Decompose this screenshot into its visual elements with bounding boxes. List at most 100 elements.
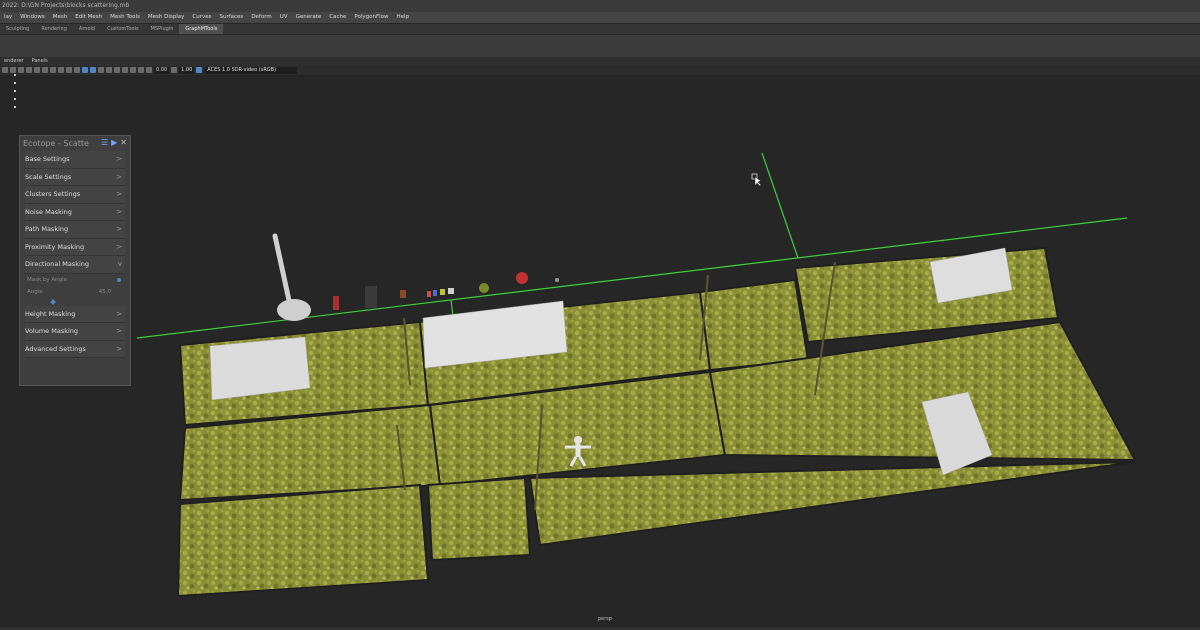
menu-lay[interactable]: lay (0, 12, 16, 23)
section-label: Path Masking (25, 225, 69, 233)
menu-generate[interactable]: Generate (292, 12, 326, 23)
exposure-icon[interactable] (146, 67, 152, 73)
tab-graphmtools[interactable]: GraphMTools (179, 24, 224, 34)
prop[interactable] (448, 288, 454, 294)
angle-label: Angle (27, 288, 43, 295)
frame-icon[interactable] (10, 67, 16, 73)
anti-alias-icon[interactable] (106, 67, 112, 73)
resolution-gate-icon[interactable] (42, 67, 48, 73)
tab-sculpting[interactable]: Sculpting (0, 24, 35, 34)
film-gate-icon[interactable] (34, 67, 40, 73)
gamma-field[interactable]: 1.00 (179, 66, 195, 74)
grass-plot[interactable] (698, 278, 810, 372)
ambient-occlusion-icon[interactable] (98, 67, 104, 73)
shelf-body (0, 35, 1200, 57)
menu-curves[interactable]: Curves (188, 12, 215, 23)
prop[interactable] (516, 272, 528, 284)
prop[interactable] (333, 296, 339, 310)
color-space-dropdown[interactable]: ACES 1.0 SDR-video (sRGB) (204, 66, 298, 74)
menu-uv[interactable]: UV (276, 12, 292, 23)
prop[interactable] (479, 283, 489, 293)
gamma-icon[interactable] (171, 67, 178, 73)
section-path-masking[interactable]: Path Masking > (25, 221, 125, 239)
section-directional-masking[interactable]: Directional Masking v (25, 256, 125, 274)
xray-components-icon[interactable] (138, 67, 144, 73)
tab-msplugin[interactable]: MSPlugin (145, 24, 180, 34)
wireframe-icon[interactable] (58, 67, 64, 73)
prop[interactable] (400, 290, 406, 298)
menu-mesh[interactable]: Mesh (49, 12, 71, 23)
panel-menu-renderer[interactable]: enderer (0, 57, 28, 65)
prop[interactable] (555, 278, 559, 282)
menu-polygonflow[interactable]: PolygonFlow (350, 12, 392, 23)
section-volume-masking[interactable]: Volume Masking > (25, 323, 125, 341)
section-label: Advanced Settings (25, 344, 86, 353)
menu-help[interactable]: Help (393, 12, 414, 23)
panel-menu-panels[interactable]: Panels (28, 57, 52, 65)
mask-by-angle-toggle[interactable]: Mask by Angle (25, 274, 125, 286)
chevron-right-icon: > (116, 242, 122, 251)
grass-plot[interactable] (176, 483, 430, 598)
tab-customtools[interactable]: CustomTools (101, 24, 144, 34)
close-icon[interactable]: ✕ (120, 138, 127, 147)
menu-windows[interactable]: Windows (16, 12, 49, 23)
angle-row: Angle 45.0 (25, 286, 125, 298)
section-label: Directional Masking (25, 260, 90, 268)
xray-joints-icon[interactable] (130, 67, 136, 73)
exposure-field[interactable]: 0.00 (154, 66, 170, 74)
angle-slider[interactable] (25, 298, 125, 306)
angle-value[interactable]: 45.0 (99, 286, 111, 298)
section-label: Base Settings (25, 155, 70, 163)
play-icon[interactable]: ▶ (111, 138, 117, 147)
safe-action-icon[interactable] (50, 67, 56, 73)
prop[interactable] (427, 291, 431, 297)
tab-rendering[interactable]: Rendering (35, 24, 73, 34)
panel-menu-bar: enderer Panels (0, 57, 1200, 65)
section-scale-settings[interactable]: Scale Settings > (25, 168, 125, 186)
prop[interactable] (440, 289, 445, 295)
mouse-cursor-icon (751, 173, 762, 187)
slider-handle[interactable] (50, 298, 56, 305)
prop[interactable] (433, 290, 437, 296)
section-noise-masking[interactable]: Noise Masking > (25, 203, 125, 221)
section-height-masking[interactable]: Height Masking > (25, 305, 125, 323)
menu-cache[interactable]: Cache (325, 12, 350, 23)
menu-bar: lay Windows Mesh Edit Mesh Mesh Tools Me… (0, 12, 1200, 23)
menu-mesh-tools[interactable]: Mesh Tools (106, 12, 144, 23)
xray-icon[interactable] (122, 67, 128, 73)
menu-deform[interactable]: Deform (247, 12, 275, 23)
lamp-post[interactable] (272, 233, 293, 308)
color-management-icon[interactable] (196, 67, 203, 73)
panel-title: Ecotope - Scatte (23, 139, 89, 148)
list-icon[interactable]: ☰ (101, 138, 108, 147)
prop[interactable] (365, 286, 377, 308)
toggle-dot-icon[interactable] (117, 277, 121, 282)
smooth-shade-icon[interactable] (66, 67, 72, 73)
window-title: 2022: D:\GN Projects\blocks scattering.m… (0, 0, 1200, 12)
section-advanced-settings[interactable]: Advanced Settings > (25, 340, 125, 358)
camera-icon[interactable] (2, 67, 8, 73)
chevron-right-icon: > (116, 155, 122, 163)
section-base-settings[interactable]: Base Settings > (25, 151, 125, 169)
viewport-toolbar: 0.00 1.00 ACES 1.0 SDR-video (sRGB) (0, 65, 1200, 75)
lamp-base[interactable] (277, 299, 311, 321)
menu-edit-mesh[interactable]: Edit Mesh (71, 12, 106, 23)
isolate-icon[interactable] (114, 67, 120, 73)
menu-mesh-display[interactable]: Mesh Display (144, 12, 189, 23)
grass-plot[interactable] (528, 461, 1136, 547)
tab-arnold[interactable]: Arnold (73, 24, 101, 34)
chevron-right-icon: > (116, 309, 122, 318)
section-proximity-masking[interactable]: Proximity Masking > (25, 238, 125, 256)
grid-icon[interactable] (26, 67, 32, 73)
lighting-icon[interactable] (82, 67, 88, 73)
shadows-icon[interactable] (90, 67, 96, 73)
menu-surfaces[interactable]: Surfaces (215, 12, 247, 23)
camera-label: persp (598, 616, 613, 622)
textured-icon[interactable] (74, 67, 80, 73)
grid-axis-line (761, 152, 799, 259)
grass-plot[interactable] (426, 476, 532, 562)
bookmark-icon[interactable] (18, 67, 24, 73)
viewport-3d[interactable] (0, 76, 1200, 630)
section-clusters-settings[interactable]: Clusters Settings > (25, 186, 125, 204)
chevron-down-icon: v (117, 260, 122, 268)
